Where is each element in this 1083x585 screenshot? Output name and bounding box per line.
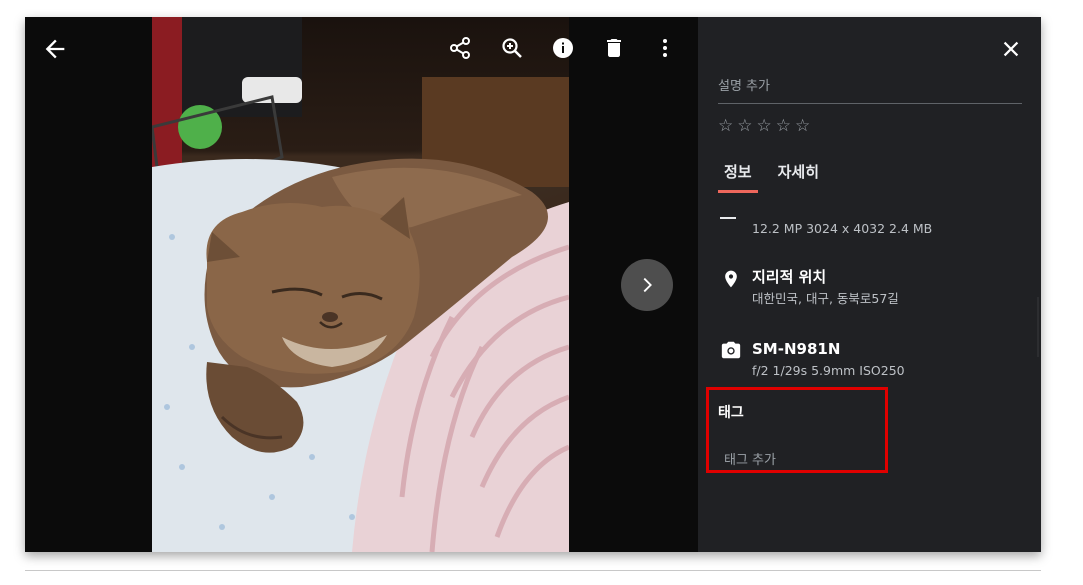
description-input[interactable]: 설명 추가 [718, 77, 1022, 104]
delete-icon [607, 39, 621, 57]
zoom-in-button[interactable] [497, 33, 527, 63]
tab-info[interactable]: 정보 [718, 161, 758, 193]
info-tabs: 정보 자세히 [718, 161, 825, 193]
back-button[interactable] [39, 33, 71, 65]
location-address: 대한민국, 대구, 동북로57길 [752, 291, 899, 306]
chevron-right-icon [643, 277, 652, 293]
star-5[interactable]: ☆ [795, 117, 810, 135]
tags-title: 태그 [718, 405, 744, 421]
star-3[interactable]: ☆ [757, 117, 772, 135]
file-info-text: 12.2 MP 3024 x 4032 2.4 MB [752, 221, 933, 236]
description-placeholder: 설명 추가 [718, 79, 770, 94]
camera-model: SM-N981N [752, 340, 841, 358]
camera-row: SM-N981N f/2 1/29s 5.9mm ISO250 [718, 339, 905, 380]
more-vert-icon [663, 39, 667, 57]
location-pin-icon [725, 270, 737, 288]
tab-details[interactable]: 자세히 [772, 161, 825, 193]
info-button[interactable] [548, 33, 578, 63]
share-button[interactable] [445, 33, 475, 63]
camera-settings: f/2 1/29s 5.9mm ISO250 [752, 363, 905, 378]
next-photo-button[interactable] [621, 259, 673, 311]
star-1[interactable]: ☆ [718, 117, 733, 135]
more-options-button[interactable] [650, 33, 680, 63]
close-icon [1003, 41, 1019, 57]
panel-scrollbar[interactable] [1037, 297, 1039, 357]
star-4[interactable]: ☆ [776, 117, 791, 135]
info-panel: 설명 추가 ☆ ☆ ☆ ☆ ☆ 정보 자세히 12.2 MP 3024 x 40… [698, 17, 1041, 552]
share-icon [450, 37, 470, 59]
location-row[interactable]: 지리적 위치 대한민국, 대구, 동북로57길 [718, 267, 899, 308]
photo-viewer-window: 설명 추가 ☆ ☆ ☆ ☆ ☆ 정보 자세히 12.2 MP 3024 x 40… [25, 17, 1041, 552]
delete-button[interactable] [599, 33, 629, 63]
add-tag-input[interactable]: 태그 추가 [724, 449, 776, 468]
window-bottom-edge [25, 570, 1041, 571]
star-2[interactable]: ☆ [737, 117, 752, 135]
zoom-in-icon [502, 38, 522, 58]
file-icon-dash [720, 217, 736, 219]
camera-icon [721, 341, 741, 359]
location-title: 지리적 위치 [752, 268, 827, 286]
photo-viewer [25, 17, 698, 552]
back-arrow-icon [45, 39, 65, 59]
rating-stars: ☆ ☆ ☆ ☆ ☆ [718, 117, 810, 135]
photo[interactable] [152, 17, 569, 552]
close-panel-button[interactable] [995, 33, 1027, 65]
info-icon [553, 38, 573, 58]
